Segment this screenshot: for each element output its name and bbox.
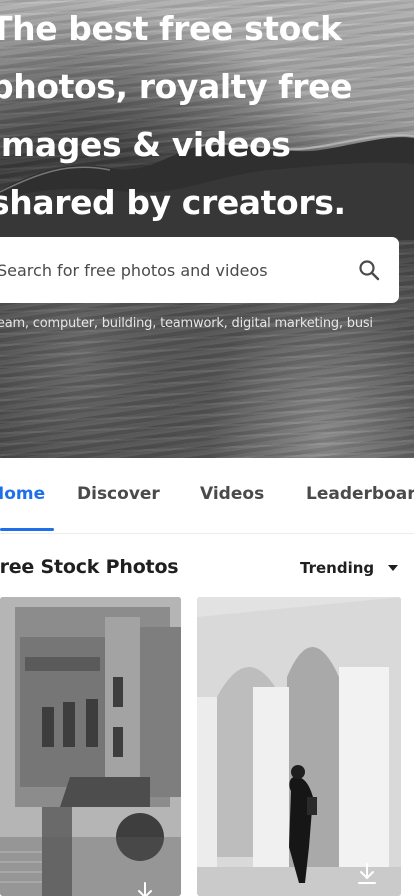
chevron-down-icon bbox=[388, 565, 399, 571]
sort-label: Trending bbox=[300, 559, 375, 577]
photo-card[interactable] bbox=[0, 597, 181, 896]
search-input[interactable] bbox=[0, 237, 332, 303]
section-title: Free Stock Photos bbox=[0, 556, 179, 578]
hero-title-line: images & videos bbox=[0, 125, 291, 164]
hero-title-line: shared by creators. bbox=[0, 183, 346, 222]
tab-videos[interactable]: Videos bbox=[200, 484, 264, 504]
photo-card[interactable] bbox=[197, 597, 401, 896]
tab-home[interactable]: Home bbox=[0, 484, 45, 504]
hero-banner: The best free stock photos, royalty free… bbox=[0, 0, 414, 458]
download-icon[interactable] bbox=[356, 862, 378, 886]
sort-dropdown[interactable]: Trending bbox=[300, 556, 399, 580]
active-tab-indicator bbox=[0, 528, 54, 531]
hero-title-line: The best free stock bbox=[0, 9, 342, 48]
building-photo bbox=[0, 597, 181, 896]
nav-tabs: Home Discover Videos Leaderboard bbox=[0, 458, 414, 534]
tab-discover[interactable]: Discover bbox=[77, 484, 160, 504]
search-box bbox=[0, 237, 399, 303]
tab-leaderboard[interactable]: Leaderboard bbox=[306, 484, 414, 504]
hero-title-line: photos, royalty free bbox=[0, 67, 353, 106]
search-suggestions[interactable]: team, computer, building, teamwork, digi… bbox=[0, 316, 412, 331]
download-icon[interactable] bbox=[134, 881, 156, 896]
arcade-photo bbox=[197, 597, 401, 896]
hero-title: The best free stock photos, royalty free… bbox=[0, 0, 410, 232]
search-icon[interactable] bbox=[357, 258, 381, 282]
